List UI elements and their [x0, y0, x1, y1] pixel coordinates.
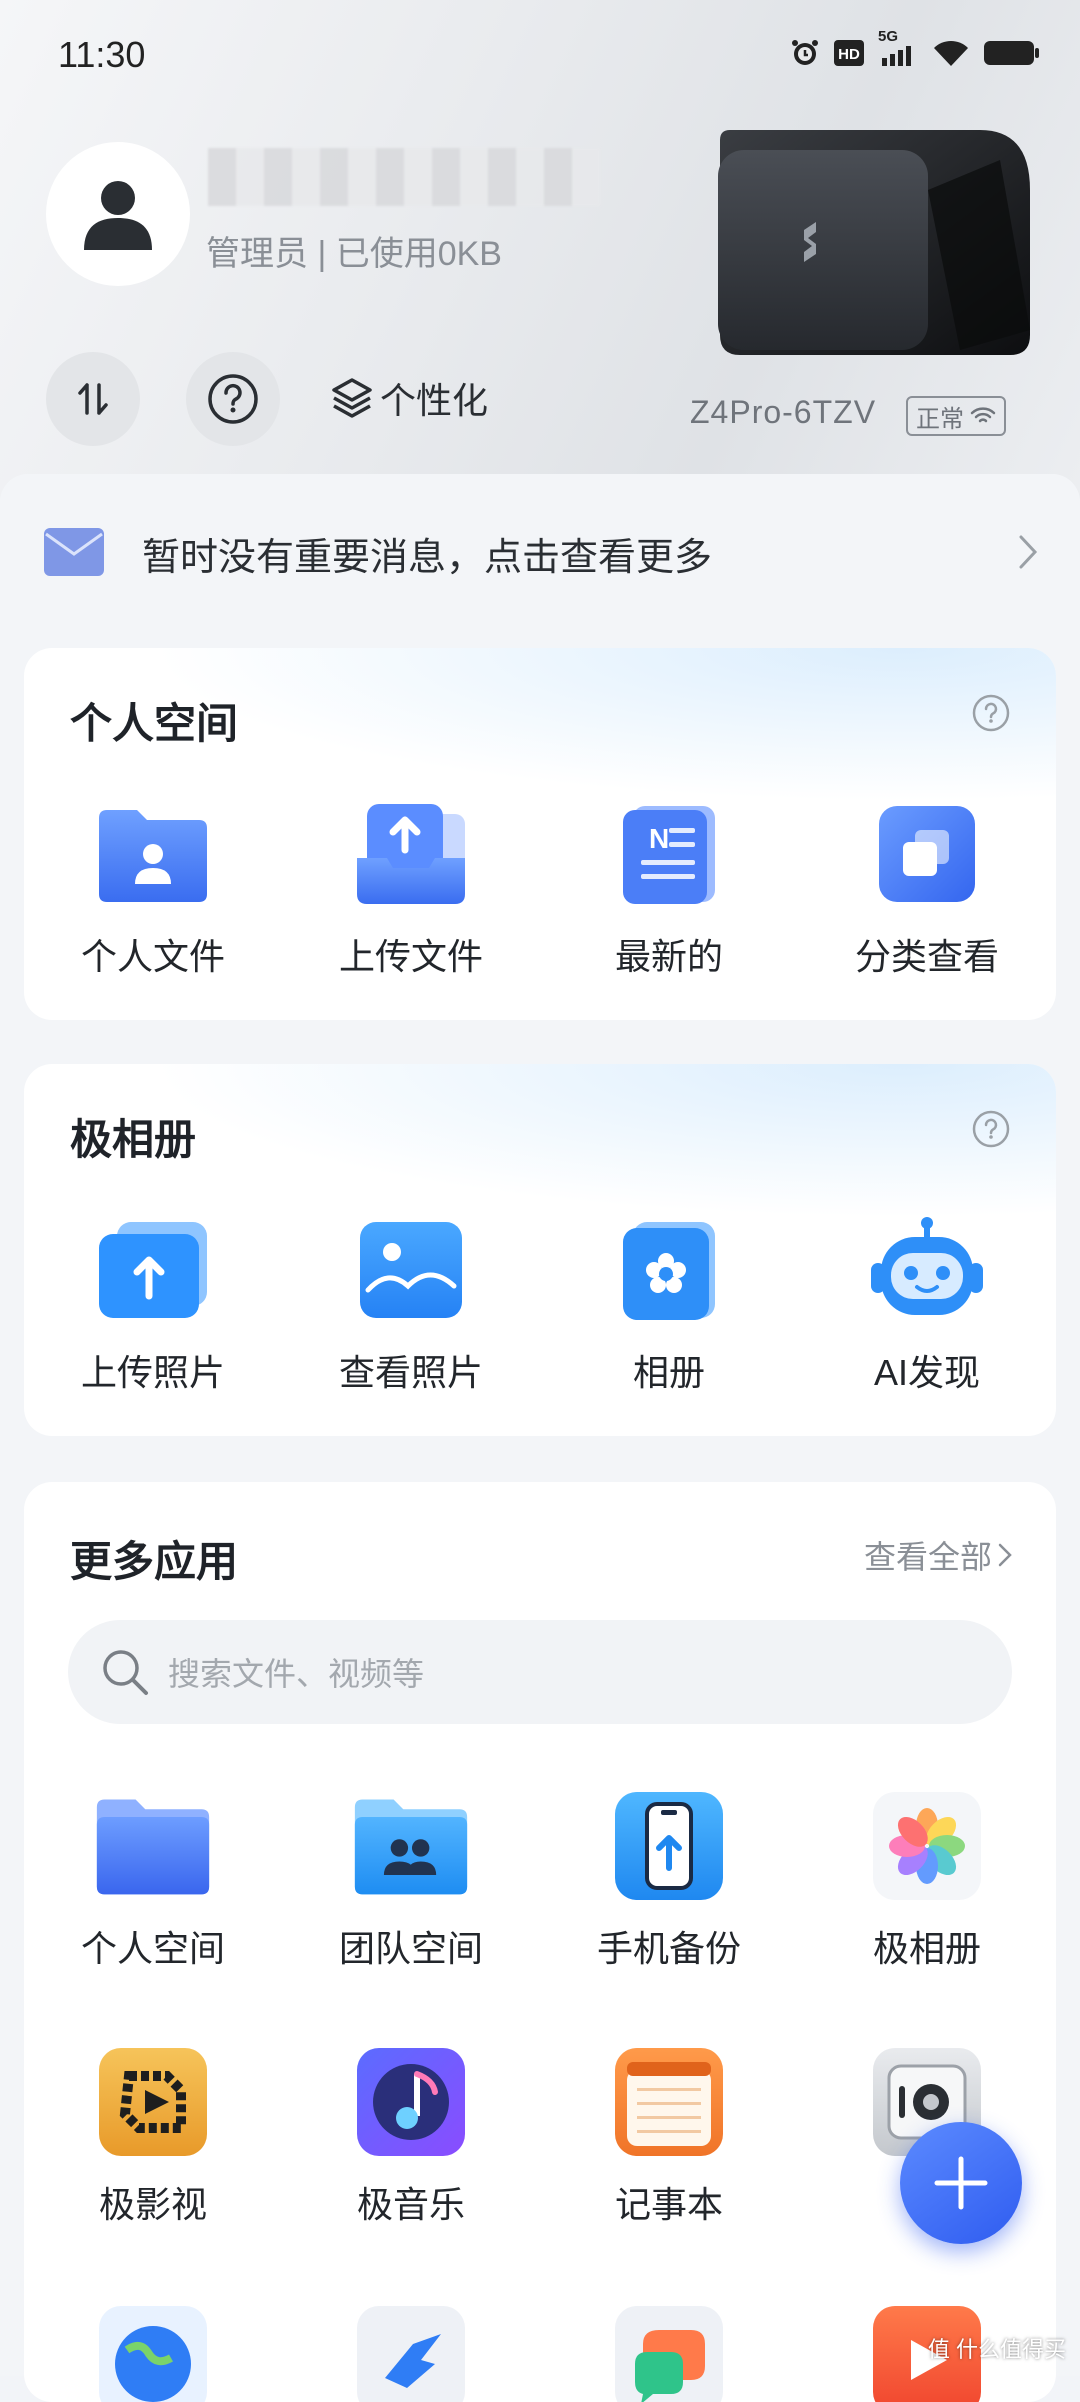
- transfer-arrows-icon: [78, 383, 108, 415]
- hd-icon: HD: [834, 40, 864, 71]
- app-row3-3[interactable]: [540, 2300, 798, 2402]
- app-row3-2[interactable]: [282, 2300, 540, 2402]
- bird-icon: [351, 2300, 471, 2402]
- grid-label: 最新的: [614, 936, 723, 977]
- nas-device-image[interactable]: [700, 130, 1030, 365]
- upload-photo-icon: [93, 1210, 213, 1330]
- user-icon: [84, 181, 152, 250]
- app-personal-space[interactable]: 个人空间: [24, 1786, 282, 1972]
- network-label: 5G: [878, 28, 899, 45]
- grid-label: 查看照片: [338, 1352, 483, 1393]
- team-folder-icon: [351, 1786, 471, 1906]
- notepad-icon: [609, 2042, 729, 2162]
- status-icons: HD 5G: [790, 28, 1040, 73]
- grid-label: 分类查看: [854, 936, 999, 977]
- view-photos-item[interactable]: 查看照片: [282, 1210, 540, 1396]
- add-button[interactable]: [900, 2122, 1022, 2244]
- mail-icon: [44, 528, 104, 576]
- view-all-link[interactable]: 查看全部: [864, 1532, 1012, 1578]
- app-row3-1[interactable]: [24, 2300, 282, 2402]
- question-icon: [208, 374, 258, 424]
- signal-icon: 5G: [878, 28, 918, 73]
- help-icon[interactable]: [972, 694, 1010, 732]
- grid-label: 相册: [632, 1352, 705, 1393]
- app-notepad[interactable]: 记事本: [540, 2042, 798, 2228]
- album-title: 极相册: [70, 1116, 197, 1163]
- grid-label: 个人文件: [80, 936, 225, 977]
- grid-label: 记事本: [614, 2184, 723, 2225]
- personal-files-item[interactable]: 个人文件: [24, 794, 282, 980]
- phone-backup-icon: [609, 1786, 729, 1906]
- plus-icon: [934, 2156, 988, 2210]
- recent-item[interactable]: N 最新的: [540, 794, 798, 980]
- search-input[interactable]: 搜索文件、视频等: [68, 1620, 1012, 1724]
- watermark-text: 值 什么值得买: [927, 2337, 1066, 2362]
- search-icon: [103, 1650, 148, 1695]
- folder-icon: [93, 1786, 213, 1906]
- grid-label: 极影视: [98, 2184, 207, 2225]
- device-status-badge: 正常: [906, 396, 1006, 436]
- photo-icon: [351, 1210, 471, 1330]
- role-usage-text: 管理员 | 已使用0KB: [206, 235, 502, 273]
- help-icon[interactable]: [972, 1110, 1010, 1148]
- film-icon: [93, 2042, 213, 2162]
- ai-discover-item[interactable]: AI发现: [798, 1210, 1056, 1396]
- category-icon: [867, 794, 987, 914]
- app-team-space[interactable]: 团队空间: [282, 1786, 540, 1972]
- category-view-item[interactable]: 分类查看: [798, 794, 1056, 980]
- grid-label: 团队空间: [338, 1928, 483, 1969]
- grid-label: 上传文件: [338, 936, 483, 977]
- status-time: 11:30: [58, 34, 146, 75]
- more-apps-card: 更多应用 查看全部 搜索文件、视频等 个人空间 团队空间 手机备份 极相册 极影…: [24, 1482, 1056, 2402]
- personalize-label: 个性化: [380, 380, 489, 421]
- username-blurred: [208, 148, 600, 206]
- photos-flower-icon: [867, 1786, 987, 1906]
- grid-label: 个人空间: [80, 1928, 225, 1969]
- watermark: 值 什么值得买: [928, 2332, 1066, 2364]
- grid-label: 极相册: [872, 1928, 981, 1969]
- chevron-right-icon: [1019, 535, 1038, 569]
- album-icon: [609, 1210, 729, 1330]
- chevron-right-icon: [998, 1543, 1012, 1567]
- music-icon: [351, 2042, 471, 2162]
- svg-text:HD: HD: [838, 46, 860, 63]
- globe-icon: [93, 2300, 213, 2402]
- transfer-button[interactable]: [46, 352, 140, 446]
- message-text[interactable]: 暂时没有重要消息，点击查看更多: [142, 526, 712, 581]
- grid-label: 极音乐: [356, 2184, 465, 2225]
- folder-user-icon: [93, 794, 213, 914]
- wifi-small-icon: [970, 407, 996, 423]
- device-name[interactable]: Z4Pro-6TZV: [690, 394, 876, 431]
- device-status-text: 正常: [916, 405, 964, 433]
- grid-label: 手机备份: [596, 1928, 741, 1969]
- upload-tray-icon: [351, 794, 471, 914]
- grid-label: AI发现: [873, 1352, 980, 1393]
- personalize-button[interactable]: 个性化: [330, 372, 488, 424]
- more-apps-title: 更多应用: [70, 1538, 239, 1585]
- alarm-icon: [790, 38, 820, 73]
- help-button[interactable]: [186, 352, 280, 446]
- app-photos[interactable]: 极相册: [798, 1786, 1056, 1972]
- app-music[interactable]: 极音乐: [282, 2042, 540, 2228]
- notebook-icon: N: [609, 794, 729, 914]
- view-all-label: 查看全部: [863, 1539, 992, 1575]
- wifi-icon: [932, 38, 970, 73]
- layers-icon: [332, 378, 372, 418]
- upload-photos-item[interactable]: 上传照片: [24, 1210, 282, 1396]
- app-video[interactable]: 极影视: [24, 2042, 282, 2228]
- grid-label: 上传照片: [80, 1352, 225, 1393]
- profile-header: 11:30 HD 5G 管理员 | 已使用0KB 个性化 Z4Pro-6TZV …: [0, 0, 1080, 500]
- upload-files-item[interactable]: 上传文件: [282, 794, 540, 980]
- personal-space-card: 个人空间 个人文件 上传文件 N 最新的 分类查看: [24, 648, 1056, 1020]
- battery-icon: [984, 39, 1040, 72]
- svg-text:N: N: [649, 823, 669, 854]
- personal-space-title: 个人空间: [70, 700, 239, 747]
- search-placeholder: 搜索文件、视频等: [168, 1656, 425, 1692]
- album-card: 极相册 上传照片 查看照片 相册 AI发现: [24, 1064, 1056, 1436]
- app-phone-backup[interactable]: 手机备份: [540, 1786, 798, 1972]
- avatar[interactable]: [46, 142, 190, 286]
- chat-icon: [609, 2300, 729, 2402]
- album-item[interactable]: 相册: [540, 1210, 798, 1396]
- robot-icon: [867, 1210, 987, 1330]
